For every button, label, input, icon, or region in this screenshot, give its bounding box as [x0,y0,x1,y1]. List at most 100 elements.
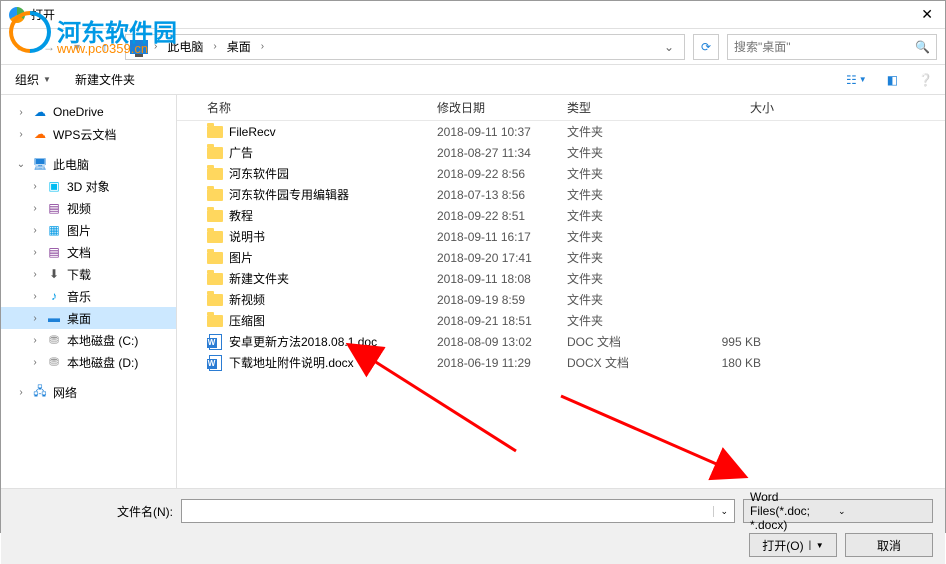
file-row[interactable]: 新视频2018-09-19 8:59文件夹 [177,289,945,310]
folder-icon [207,229,223,245]
preview-pane[interactable]: ◧ [885,71,900,89]
file-name: 新视频 [229,291,265,308]
sidebar-item-dl[interactable]: ›⬇下载 [1,263,176,285]
file-name: FileRecv [229,125,276,139]
file-date: 2018-09-19 8:59 [431,293,561,307]
file-type: DOC 文档 [561,333,681,350]
expand-icon[interactable]: › [29,269,41,280]
file-name: 河东软件园 [229,165,289,182]
file-type: DOCX 文档 [561,354,681,371]
filename-combo[interactable]: ⌄ [181,499,735,523]
split-dropdown-icon: ▏▼ [810,541,824,550]
file-row[interactable]: 河东软件园2018-09-22 8:56文件夹 [177,163,945,184]
sidebar-item-label: 视频 [67,200,91,217]
file-name: 说明书 [229,228,265,245]
expand-icon[interactable]: › [29,291,41,302]
file-name: 新建文件夹 [229,270,289,287]
file-date: 2018-08-09 13:02 [431,335,561,349]
search-icon[interactable]: 🔍 [915,40,930,54]
file-name: 图片 [229,249,253,266]
sidebar-item-desktop[interactable]: ›▬桌面 [1,307,176,329]
breadcrumb[interactable]: › 此电脑 › 桌面 › ⌄ [125,34,685,60]
sidebar-item-music[interactable]: ›♪音乐 [1,285,176,307]
sidebar-item-onedrive[interactable]: ›☁OneDrive [1,101,176,123]
file-type: 文件夹 [561,312,681,329]
expand-icon[interactable]: › [29,335,41,346]
pic-icon: ▦ [45,222,63,238]
sidebar-item-pic[interactable]: › ▦图片 [1,219,176,241]
col-name[interactable]: 名称 [201,99,431,116]
folder-icon [207,166,223,182]
net-icon: 🖧 [31,384,49,400]
file-type-filter[interactable]: Word Files(*.doc; *.docx) ⌄ [743,499,933,523]
col-date[interactable]: 修改日期 [431,99,561,116]
search-input[interactable] [734,40,915,54]
file-date: 2018-09-11 18:08 [431,272,561,286]
breadcrumb-dropdown[interactable]: ⌄ [658,40,680,54]
recent-dropdown[interactable]: ▾ [65,35,89,59]
cancel-button[interactable]: 取消 [845,533,933,557]
sidebar-item-wps[interactable]: ›☁WPS云文档 [1,123,176,145]
file-row[interactable]: 教程2018-09-22 8:51文件夹 [177,205,945,226]
navbar: ← → ▾ ↑ › 此电脑 › 桌面 › ⌄ ⟳ 🔍 [1,29,945,65]
file-date: 2018-09-22 8:56 [431,167,561,181]
close-button[interactable]: ✕ [917,6,937,23]
file-row[interactable]: 下载地址附件说明.docx2018-06-19 11:29DOCX 文档180 … [177,352,945,373]
sidebar-item-3d[interactable]: ›▣3D 对象 [1,175,176,197]
file-row[interactable]: 安卓更新方法2018.08.1.doc2018-08-09 13:02DOC 文… [177,331,945,352]
expand-icon[interactable]: › [29,203,41,214]
folder-icon [207,187,223,203]
help-button[interactable]: ❔ [916,71,935,89]
sidebar-item-net[interactable]: ›🖧网络 [1,381,176,403]
filename-dropdown[interactable]: ⌄ [713,506,734,517]
back-button[interactable]: ← [9,35,33,59]
expand-icon[interactable]: › [29,357,41,368]
sidebar-item-drive[interactable]: ›⛃本地磁盘 (D:) [1,351,176,373]
sidebar-item-video[interactable]: ›▤视频 [1,197,176,219]
file-row[interactable]: 新建文件夹2018-09-11 18:08文件夹 [177,268,945,289]
file-date: 2018-07-13 8:56 [431,188,561,202]
newfolder-button[interactable]: 新建文件夹 [71,69,139,90]
open-button[interactable]: 打开(O) ▏▼ [749,533,837,557]
breadcrumb-thispc[interactable]: 此电脑 [163,36,207,57]
sidebar-item-label: 文档 [67,244,91,261]
up-button[interactable]: ↑ [93,35,117,59]
file-row[interactable]: 图片2018-09-20 17:41文件夹 [177,247,945,268]
sidebar-item-doc[interactable]: ›▤文档 [1,241,176,263]
expand-icon[interactable]: › [29,313,41,324]
file-row[interactable]: 河东软件园专用编辑器2018-07-13 8:56文件夹 [177,184,945,205]
expand-icon[interactable]: › [29,181,41,192]
sidebar-item-drive[interactable]: ›⛃本地磁盘 (C:) [1,329,176,351]
sidebar-item-label: 图片 [67,222,91,239]
search-box[interactable]: 🔍 [727,34,937,60]
breadcrumb-desktop[interactable]: 桌面 [223,36,255,57]
view-options[interactable]: ☷ ▼ [844,71,869,89]
file-type: 文件夹 [561,249,681,266]
file-name: 教程 [229,207,253,224]
folder-icon [207,271,223,287]
expand-icon[interactable]: › [29,247,41,258]
expand-icon[interactable]: › [15,129,27,140]
file-type: 文件夹 [561,207,681,224]
filename-input[interactable] [182,504,713,518]
sidebar-item-pc[interactable]: ⌄🖥此电脑 [1,153,176,175]
titlebar: 打开 ✕ [1,1,945,29]
expand-icon[interactable]: › [15,387,27,398]
app-icon [9,7,25,23]
organize-button[interactable]: 组织 ▼ [11,69,55,90]
col-size[interactable]: 大小 [681,99,781,116]
file-row[interactable]: 说明书2018-09-11 16:17文件夹 [177,226,945,247]
doc-icon [207,334,223,350]
expand-icon[interactable]: ⌄ [15,159,27,170]
file-row[interactable]: FileRecv2018-09-11 10:37文件夹 [177,121,945,142]
refresh-button[interactable]: ⟳ [693,34,719,60]
file-row[interactable]: 压缩图2018-09-21 18:51文件夹 [177,310,945,331]
window-title: 打开 [31,6,917,23]
sidebar-item-label: 此电脑 [53,156,89,173]
col-type[interactable]: 类型 [561,99,681,116]
forward-button: → [37,35,61,59]
expand-icon[interactable]: › [29,225,41,236]
file-type: 文件夹 [561,144,681,161]
file-row[interactable]: 广告2018-08-27 11:34文件夹 [177,142,945,163]
expand-icon[interactable]: › [15,107,27,118]
